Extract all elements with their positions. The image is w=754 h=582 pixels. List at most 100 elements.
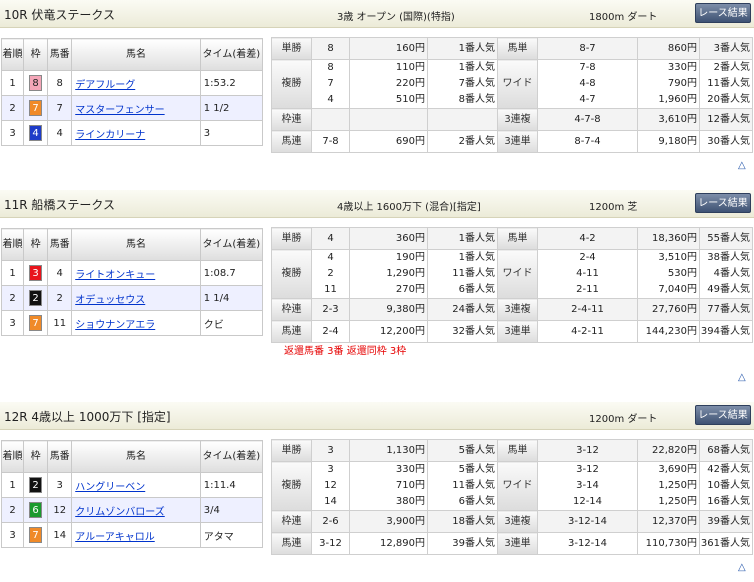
payout-value: 144,230円	[645, 326, 697, 337]
payout-popularity: 5番人気	[427, 439, 498, 462]
payout-combo: 2-4	[311, 320, 350, 343]
header-rank: 着順	[0, 228, 25, 261]
payout-combo: 3-12 3-14 12-14	[537, 461, 638, 511]
header-name: 馬名	[71, 38, 201, 71]
rank-cell: 1	[0, 260, 25, 286]
payout-amount: 9,380円	[349, 298, 428, 321]
rank-cell: 2	[0, 95, 25, 121]
payout-popularity: 361番人気	[699, 532, 753, 555]
payout-value: 1,250円	[658, 496, 697, 507]
payout-table: 単勝 3 1,130円 5番人気 馬単 3-12 22,820円 68番人気 複勝 3 12 14 33…	[271, 439, 753, 555]
payout-value: 4	[327, 233, 334, 244]
payout-value: 49番人気	[707, 284, 750, 295]
horse-name-link[interactable]: ショウナンアエラ	[75, 320, 155, 331]
payout-value: 77番人気	[707, 304, 750, 315]
payout-combo: 3-12	[311, 532, 350, 555]
waku-cell: 2	[23, 472, 49, 498]
table-row: 1 3 4 ライトオンキュー 1:08.7	[0, 260, 264, 286]
payout-label-wide: ワイド	[497, 59, 538, 109]
payout-value: 7-8	[579, 62, 596, 73]
payout-value: 1,130円	[386, 445, 425, 456]
horse-name-cell: クリムゾンバローズ	[71, 497, 201, 523]
payout-popularity: 1番人気 7番人気 8番人気	[427, 59, 498, 109]
horse-name-cell: ライトオンキュー	[71, 260, 201, 286]
waku-cell: 7	[23, 310, 49, 336]
payout-popularity	[427, 108, 498, 131]
waku-cell: 7	[23, 95, 49, 121]
horse-name-link[interactable]: オデュッセウス	[75, 295, 145, 306]
refund-note: 返還馬番 3番 返還同枠 3枠	[284, 346, 407, 357]
payout-label-sanrenpuku: 3連複	[497, 510, 538, 533]
horse-name-link[interactable]: ラインカリーナ	[75, 130, 145, 141]
back-to-top-icon[interactable]: △	[738, 562, 746, 573]
back-to-top-icon[interactable]: △	[738, 160, 746, 171]
waku-badge: 8	[29, 75, 43, 91]
payout-value: 1,250円	[658, 480, 697, 491]
payout-value: 2番人気	[713, 62, 750, 73]
payout-value: 1番人気	[458, 233, 495, 244]
back-to-top-icon[interactable]: △	[738, 372, 746, 383]
payout-label-tansho: 単勝	[271, 439, 312, 462]
payout-combo: 4-2	[537, 227, 638, 250]
payout-amount: 12,200円	[349, 320, 428, 343]
payout-label-wakuren: 枠連	[271, 298, 312, 321]
table-row: 2 7 7 マスターフェンサー 1 1/2	[0, 95, 264, 121]
payout-table: 単勝 8 160円 1番人気 馬単 8-7 860円 3番人気 複勝 8 7 4 110円 220円 510…	[271, 37, 753, 153]
payout-label-umaren: 馬連	[271, 320, 312, 343]
race-title: 10R 伏竜ステークス	[4, 8, 116, 22]
payout-value: 3-12	[319, 538, 342, 549]
time-cell: 1 1/2	[199, 95, 264, 121]
header-umaban: 馬番	[47, 228, 73, 261]
payout-value: 530円	[667, 268, 697, 279]
header-time: タイム(着差)	[199, 228, 264, 261]
horse-name-cell: マスターフェンサー	[71, 95, 201, 121]
payout-value: 8番人気	[458, 94, 495, 105]
horse-name-link[interactable]: クリムゾンバローズ	[75, 507, 165, 518]
horse-name-cell: デアフルーグ	[71, 70, 201, 96]
payout-value: 8	[327, 62, 334, 73]
umaban-cell: 4	[47, 120, 73, 146]
race-result-button[interactable]: レース結果	[695, 193, 751, 213]
time-cell: 1 1/4	[199, 285, 264, 311]
time-cell: 1:53.2	[199, 70, 264, 96]
race-result-button[interactable]: レース結果	[695, 405, 751, 425]
payout-popularity: 5番人気 11番人気 6番人気	[427, 461, 498, 511]
payout-amount: 27,760円	[637, 298, 700, 321]
time-cell: 1:08.7	[199, 260, 264, 286]
time-cell: アタマ	[199, 522, 264, 548]
horse-name-link[interactable]: デアフルーグ	[75, 80, 135, 91]
horse-name-link[interactable]: ライトオンキュー	[75, 270, 155, 281]
table-row: 2 6 12 クリムゾンバローズ 3/4	[0, 497, 264, 523]
payout-row: 複勝 8 7 4 110円 220円 510円 1番人気 7番人気 8番人気 ワイド 7-8 4-8 4-…	[271, 59, 753, 109]
payout-value: 3	[327, 445, 334, 456]
payout-value: 38番人気	[707, 252, 750, 263]
race-distance: 1200m 芝	[589, 202, 638, 213]
header-time: タイム(着差)	[199, 38, 264, 71]
race-result-button[interactable]: レース結果	[695, 3, 751, 23]
payout-label-fukusho: 複勝	[271, 249, 312, 299]
payout-value: 160円	[395, 43, 425, 54]
payout-amount: 1,130円	[349, 439, 428, 462]
payout-value: 1,960円	[658, 94, 697, 105]
payout-row: 馬連 7-8 690円 2番人気 3連単 8-7-4 9,180円 30番人気	[271, 130, 753, 153]
payout-value: 3-12	[576, 445, 599, 456]
payout-amount: 160円	[349, 37, 428, 60]
payout-amount: 190円 1,290円 270円	[349, 249, 428, 299]
horse-name-link[interactable]: アルーアキャロル	[75, 532, 155, 543]
payout-value: 2-4-11	[571, 304, 604, 315]
race-distance: 1200m ダート	[589, 414, 658, 425]
payout-label-umaren: 馬連	[271, 532, 312, 555]
payout-value: 11	[324, 284, 337, 295]
payout-value: 20番人気	[707, 94, 750, 105]
payout-label-wide: ワイド	[497, 461, 538, 511]
horse-name-link[interactable]: マスターフェンサー	[75, 105, 164, 116]
payout-value: 1番人気	[458, 62, 495, 73]
payout-label-fukusho: 複勝	[271, 59, 312, 109]
payout-popularity: 12番人気	[699, 108, 753, 131]
payout-combo: 8-7	[537, 37, 638, 60]
horse-name-link[interactable]: ハングリーベン	[75, 482, 145, 493]
payout-popularity: 24番人気	[427, 298, 498, 321]
payout-combo: 2-4 4-11 2-11	[537, 249, 638, 299]
waku-badge: 2	[29, 290, 43, 306]
payout-value: 4-2-11	[571, 326, 604, 337]
